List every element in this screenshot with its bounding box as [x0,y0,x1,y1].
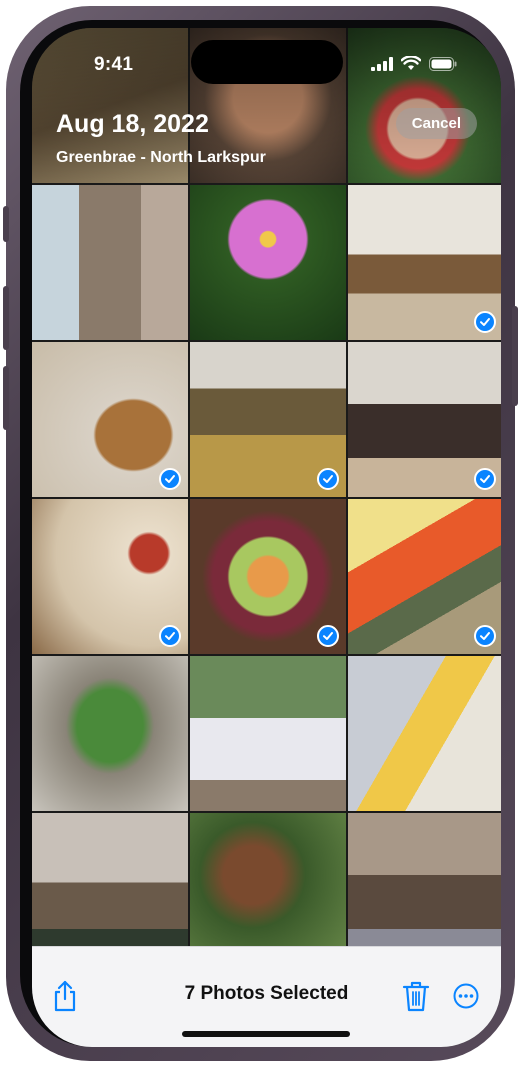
bottom-toolbar: 7 Photos Selected [32,946,501,1047]
volume-up-button [3,286,9,350]
photo-bread-and-oil[interactable] [32,342,188,497]
home-indicator[interactable] [182,1031,350,1037]
cancel-button[interactable]: Cancel [395,108,477,139]
location-subtitle: Greenbrae - North Larkspur [56,149,266,166]
cellular-signal-icon [371,56,393,71]
photo-appetizers-table[interactable] [32,499,188,654]
photo-fruit-bowl[interactable] [190,499,346,654]
ellipsis-circle-icon[interactable] [453,983,479,1009]
selected-checkmark-icon [474,625,496,647]
photo-family-living-room[interactable] [348,813,501,968]
battery-icon [429,56,457,71]
photo-basil-plant[interactable] [32,656,188,811]
selected-checkmark-icon [317,625,339,647]
screen: 9:41 Aug 18, 2022 Greenbrae - North Lark… [32,28,501,1047]
power-button [512,306,518,406]
photo-woman-and-girl-garden[interactable] [190,813,346,968]
selected-checkmark-icon [159,625,181,647]
dynamic-island [191,40,343,84]
photo-pink-cosmos-flower[interactable] [190,185,346,340]
date-title: Aug 18, 2022 [56,110,209,138]
selection-count-label: 7 Photos Selected [184,983,349,1004]
trash-icon[interactable] [402,980,430,1012]
status-time: 9:41 [94,54,134,75]
photo-family-posing-kitchen[interactable] [190,342,346,497]
photo-woman-and-girl-smiling[interactable] [348,656,501,811]
action-button [3,206,9,242]
volume-down-button [3,366,9,430]
photo-peppers-cucumbers[interactable] [348,499,501,654]
selected-checkmark-icon [317,468,339,490]
wifi-icon [401,56,421,70]
photo-woman-white-top[interactable] [32,185,188,340]
photo-family-kitchen[interactable] [348,185,501,340]
selected-checkmark-icon [159,468,181,490]
photo-two-women-outdoors[interactable] [190,656,346,811]
photo-woman-apron-kitchen[interactable] [348,342,501,497]
status-icons [371,56,457,71]
selected-checkmark-icon [474,311,496,333]
selected-checkmark-icon [474,468,496,490]
photo-game-room[interactable] [32,813,188,968]
